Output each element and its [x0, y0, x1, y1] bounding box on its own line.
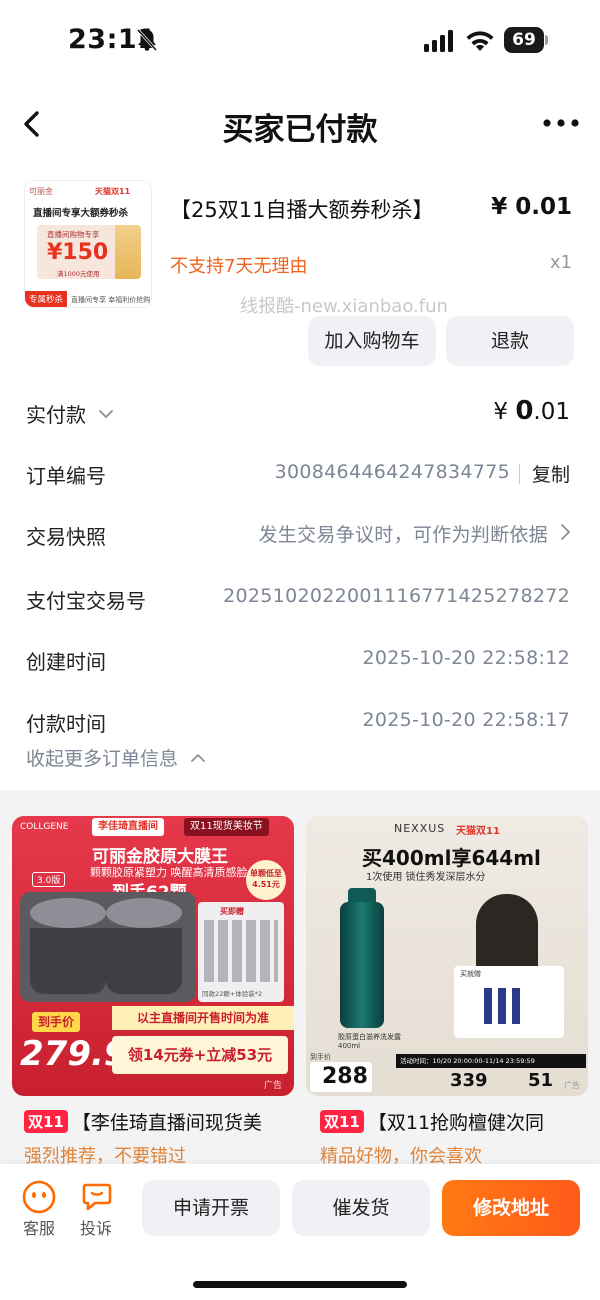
thumb-footer-text: 直播间专享 幸福利价抢购 — [71, 296, 151, 304]
card1-size: 3.0版 — [32, 872, 66, 887]
thumb-coupon-cond: 满1000元使用 — [57, 270, 100, 278]
card2-brand: NEXXUS — [394, 822, 446, 835]
paid-time-value: 2025-10-20 22:58:17 — [362, 709, 570, 731]
card2-bottle — [340, 902, 384, 1028]
product-title[interactable]: 【25双11自播大额券秒杀】 — [170, 194, 433, 224]
card2-cta: 立即抢购 — [558, 1059, 586, 1067]
double11-tag: 双11 — [320, 1110, 364, 1133]
product-quantity: x1 — [549, 252, 572, 273]
double11-tag: 双11 — [24, 1110, 68, 1133]
card2-bottle-label: 胶原蛋白滋养洗发露 400ml — [338, 1033, 401, 1050]
customer-service-button[interactable] — [14, 1180, 64, 1218]
alipay-trade-value: 2025102022001116771425278272 — [223, 585, 570, 607]
alipay-trade-label: 支付宝交易号 — [26, 589, 146, 613]
request-invoice-button[interactable]: 申请开票 — [142, 1180, 280, 1236]
thumb-footer-tag: 专属秒杀 — [25, 291, 68, 307]
chevron-down-icon — [99, 410, 114, 418]
refund-button[interactable]: 退款 — [446, 316, 574, 366]
rec-card-title-1-text: 【李佳琦直播间现货美 — [71, 1112, 262, 1134]
bell-muted-icon — [136, 28, 158, 52]
card2-gift-panel: 买就赠 — [454, 966, 564, 1038]
card2-ad-label: 广告 — [564, 1081, 580, 1090]
product-thumbnail[interactable]: 可丽金 天猫双11 直播间专享大额券秒杀 直播间购物专享 ¥150 满1000元… — [24, 180, 152, 308]
paid-time-label: 付款时间 — [26, 712, 106, 736]
cellular-signal-icon — [424, 30, 453, 52]
product-price: ¥ 0.01 — [491, 194, 572, 220]
urge-shipping-button[interactable]: 催发货 — [292, 1180, 430, 1236]
thumb-coupon-amount: ¥150 — [47, 240, 109, 265]
card2-tmall: 天猫双11 — [456, 826, 500, 837]
card2-headline: 买400ml享644ml — [362, 846, 541, 870]
paid-amount-row[interactable]: 实付款 — [26, 399, 114, 428]
card2-gift: 买就赠 — [460, 970, 481, 978]
complain-label[interactable]: 投诉 — [80, 1215, 112, 1239]
card1-top-tag2: 双11现货美妆节 — [184, 818, 269, 836]
collapse-label: 收起更多订单信息 — [26, 748, 179, 770]
card1-gift-note: 同款22颗+体验装*2 — [202, 990, 263, 998]
customer-service-icon — [22, 1180, 56, 1214]
card1-promo: 领14元券+立减53元 — [112, 1036, 288, 1074]
card2-line2: 1次使用 锁住秀发深层水分 — [366, 872, 486, 883]
collapse-order-info-button[interactable]: 收起更多订单信息 — [26, 744, 206, 771]
paid-int: 0 — [515, 396, 534, 426]
paid-amount-value: ¥ 0.01 — [493, 396, 570, 426]
card2-bottle-cap — [348, 888, 376, 902]
created-time-value: 2025-10-20 22:58:12 — [362, 647, 570, 669]
order-number-value: 3008464464247834775 — [274, 461, 510, 483]
thumb-tmall: 天猫双11 — [95, 187, 131, 196]
chevron-up-icon — [191, 754, 205, 762]
page-title: 买家已付款 — [222, 112, 378, 148]
change-address-button[interactable]: 修改地址 — [442, 1180, 580, 1236]
card1-banner: 以主直播间开售时间为准 — [112, 1006, 294, 1030]
thumb-brand: 可丽金 — [29, 187, 53, 196]
created-time-label: 创建时间 — [26, 650, 106, 674]
snapshot-link[interactable]: 发生交易争议时，可作为判断依据 — [258, 520, 548, 547]
thumb-gift-ribbon — [115, 225, 141, 279]
rec-card-image-2[interactable]: NEXXUS 天猫双11 买400ml享644ml 1次使用 锁住秀发深层水分 … — [306, 816, 588, 1096]
complain-icon — [82, 1183, 112, 1211]
card2-price: 288 — [310, 1062, 372, 1092]
thumb-coupon: 直播间购物专享 ¥150 满1000元使用 — [37, 225, 141, 279]
status-bar: 23:11 69 — [0, 0, 600, 82]
watermark-text: 线报酷-new.xianbao.fun — [240, 296, 448, 317]
card1-jar-image — [20, 892, 196, 1002]
thumb-coupon-title: 直播间购物专享 — [47, 230, 100, 239]
card1-gift: 买即赠 — [220, 907, 244, 916]
card1-price-label: 到手价 — [32, 1012, 81, 1032]
rec-card-title-2-text: 【双11抢购檀健次同 — [367, 1112, 545, 1134]
wifi-icon — [466, 31, 494, 51]
card2-price3: 51 — [528, 1070, 554, 1091]
rec-card-title-1[interactable]: 双11 【李佳琦直播间现货美 — [24, 1108, 294, 1135]
card2-price-label: 到手价 — [310, 1053, 331, 1061]
battery-indicator: 69 — [504, 27, 548, 53]
paid-currency: ¥ — [493, 399, 509, 425]
card1-gift-panel: 买即赠 同款22颗+体验装*2 — [198, 902, 284, 1002]
thumb-headline: 直播间专享大额券秒杀 — [33, 208, 129, 219]
copy-divider — [519, 464, 520, 484]
home-indicator[interactable] — [193, 1281, 407, 1288]
card1-badge: 单颗低至 4.51元 — [246, 860, 286, 900]
snapshot-label: 交易快照 — [26, 525, 106, 549]
order-number-label: 订单编号 — [26, 464, 106, 488]
copy-order-number-button[interactable]: 复制 — [532, 460, 570, 487]
card2-price2: 339 — [450, 1070, 488, 1091]
card1-top-tag: 李佳琦直播间 — [92, 818, 164, 836]
more-options-icon[interactable] — [542, 116, 580, 130]
paid-amount-label: 实付款 — [26, 403, 86, 427]
chevron-right-icon[interactable] — [558, 521, 572, 543]
rec-card-image-1[interactable]: COLLGENE 李佳琦直播间 双11现货美妆节 可丽金胶原大膜王 颗颗胶原紧塑… — [12, 816, 294, 1096]
rec-card-title-2[interactable]: 双11 【双11抢购檀健次同 — [320, 1108, 590, 1135]
complain-button[interactable] — [72, 1180, 122, 1216]
card1-ad-label: 广告 — [264, 1081, 283, 1091]
add-to-cart-button[interactable]: 加入购物车 — [308, 316, 436, 366]
customer-service-label[interactable]: 客服 — [23, 1215, 55, 1239]
card1-brand: COLLGENE — [20, 822, 69, 832]
battery-level: 69 — [512, 30, 536, 50]
paid-dec: .01 — [533, 399, 570, 425]
return-policy-note: 不支持7天无理由 — [170, 256, 308, 277]
